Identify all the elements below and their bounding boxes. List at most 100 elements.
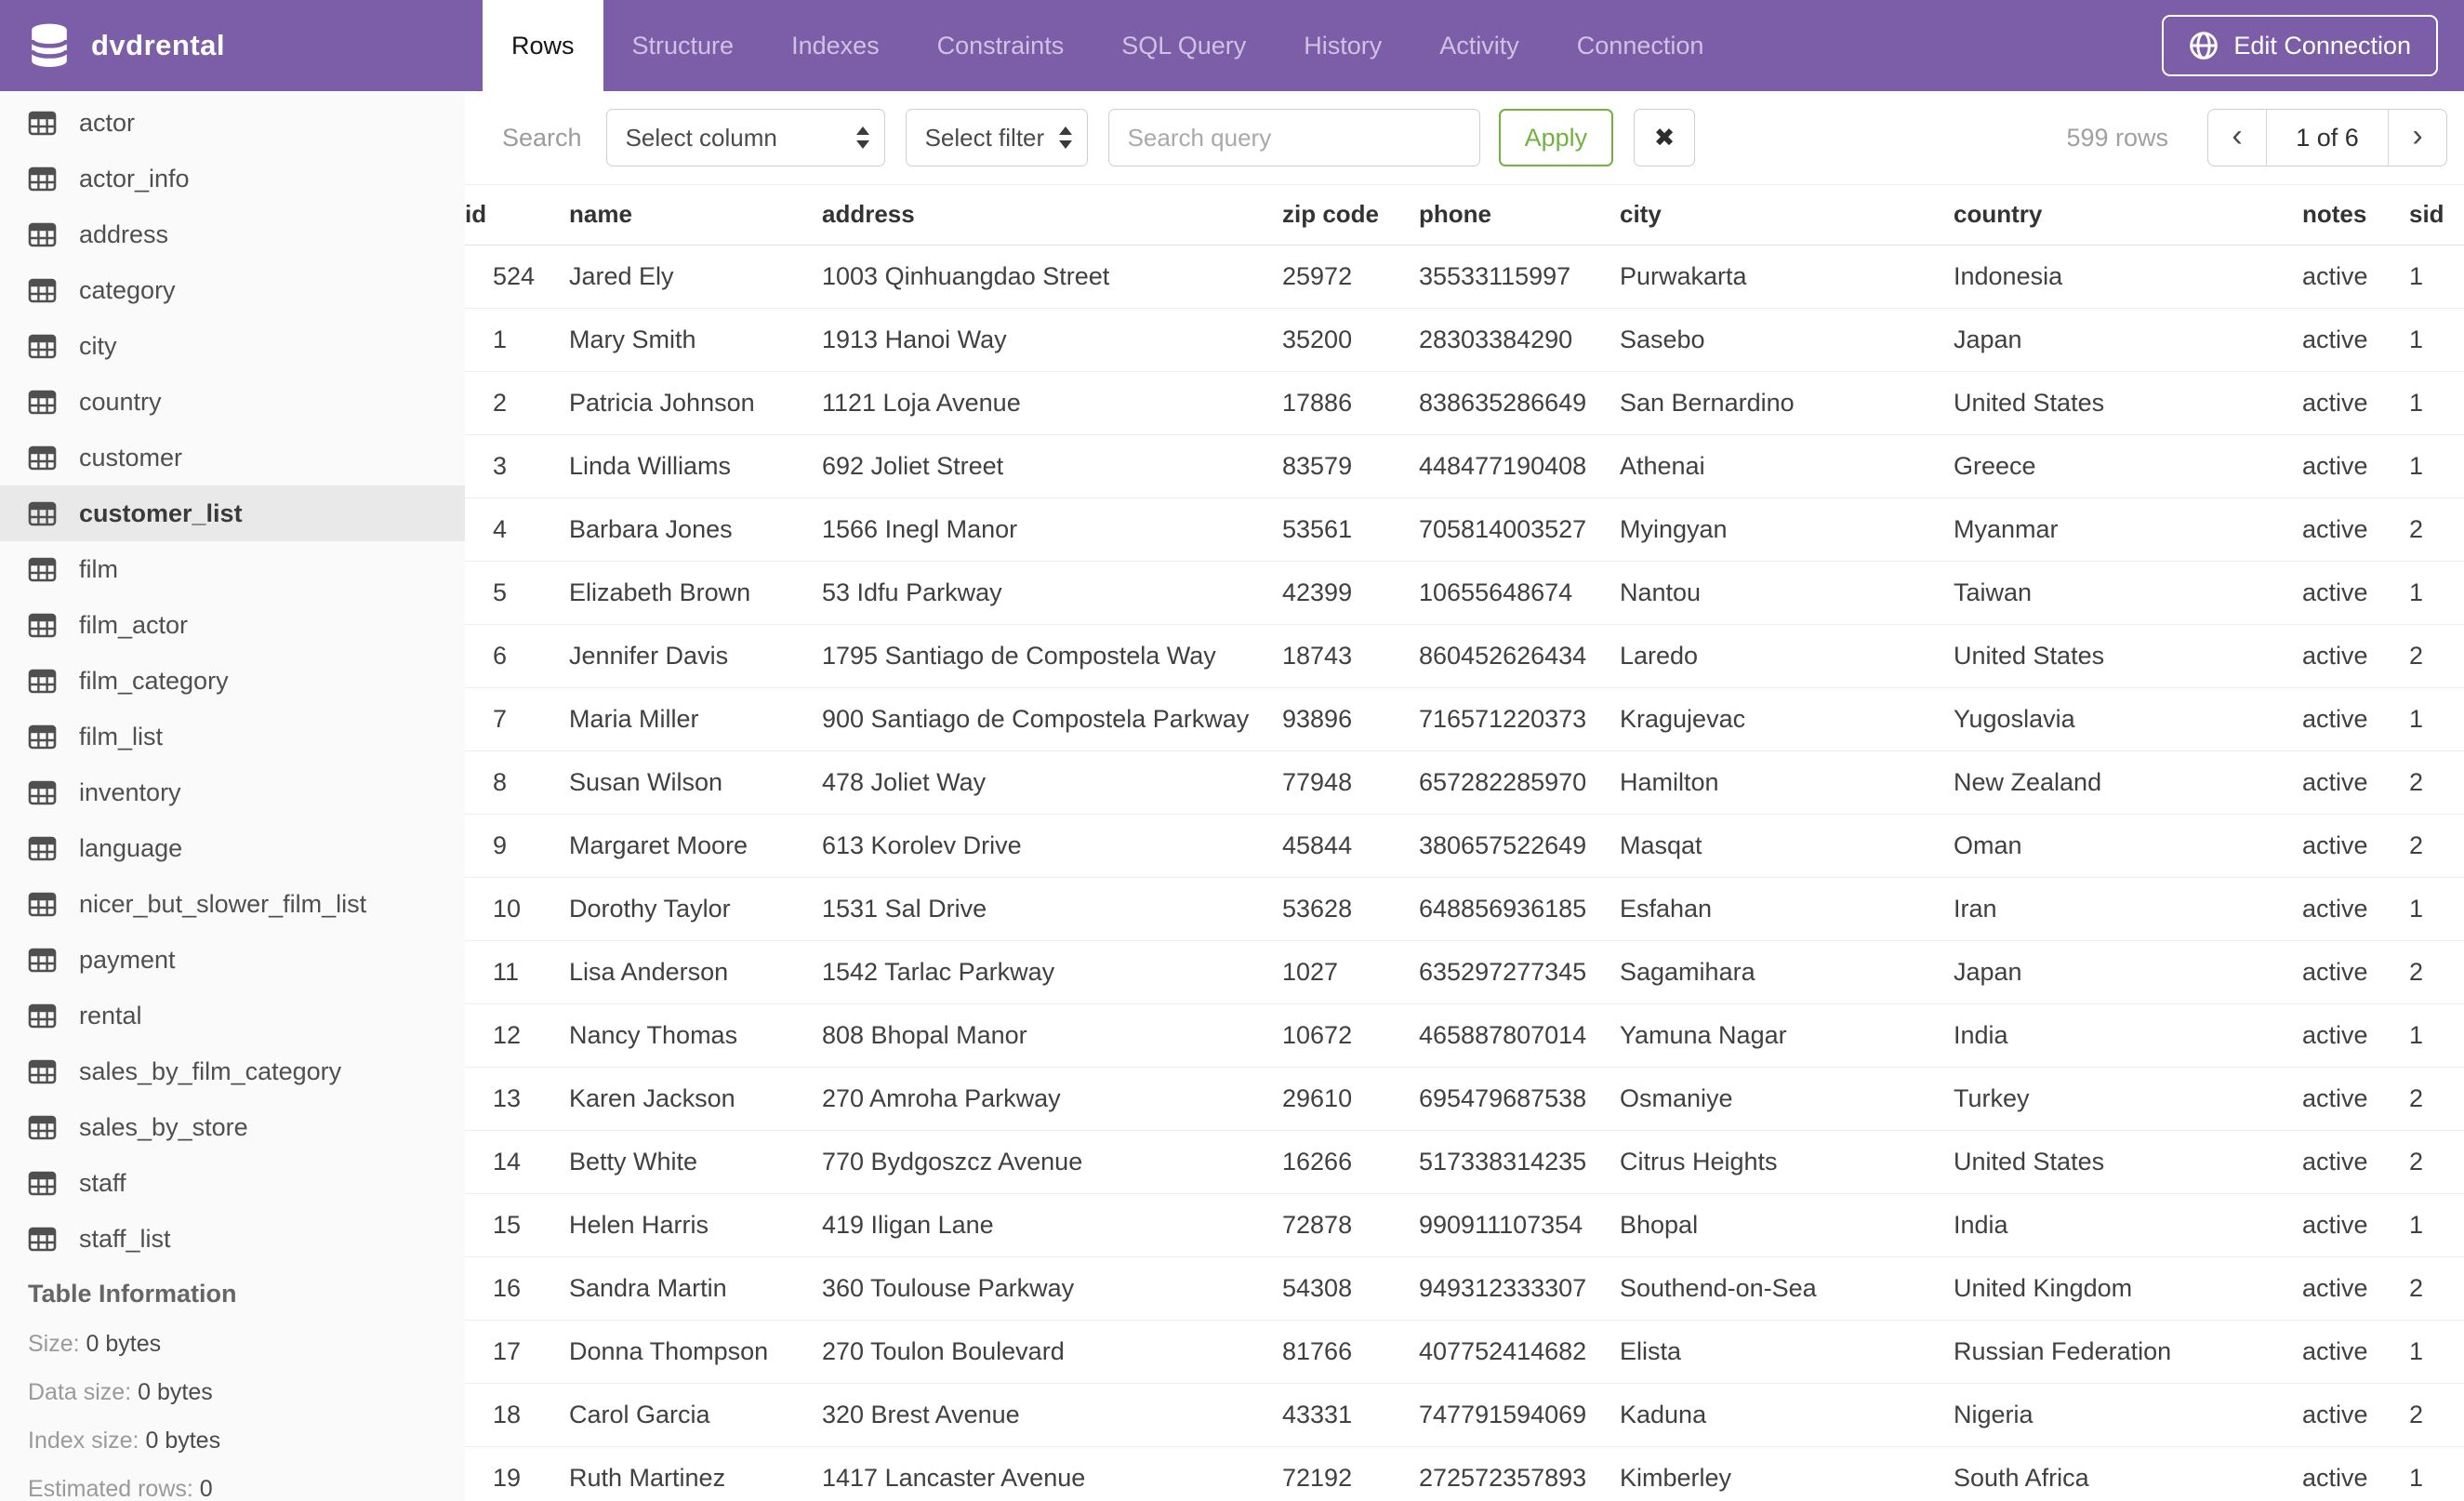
cell-zip-code[interactable]: 25972	[1282, 245, 1419, 309]
cell-notes[interactable]: active	[2302, 245, 2409, 309]
cell-phone[interactable]: 860452626434	[1419, 624, 1620, 688]
cell-city[interactable]: San Bernardino	[1620, 371, 1954, 435]
edit-connection-button[interactable]: Edit Connection	[2162, 15, 2438, 76]
cell-notes[interactable]: active	[2302, 687, 2409, 751]
cell-phone[interactable]: 838635286649	[1419, 371, 1620, 435]
cell-city[interactable]: Elista	[1620, 1320, 1954, 1384]
cell-notes[interactable]: active	[2302, 308, 2409, 372]
cell-phone[interactable]: 705814003527	[1419, 498, 1620, 562]
cell-phone[interactable]: 716571220373	[1419, 687, 1620, 751]
tab[interactable]: SQL Query	[1093, 0, 1275, 91]
cell-phone[interactable]: 35533115997	[1419, 245, 1620, 309]
cell-address[interactable]: 1531 Sal Drive	[822, 877, 1282, 941]
cell-address[interactable]: 270 Amroha Parkway	[822, 1067, 1282, 1131]
cell-id[interactable]: 14	[465, 1130, 569, 1194]
cell-address[interactable]: 270 Toulon Boulevard	[822, 1320, 1282, 1384]
cell-name[interactable]: Elizabeth Brown	[569, 561, 822, 625]
cell-notes[interactable]: active	[2302, 1130, 2409, 1194]
tab[interactable]: Indexes	[762, 0, 908, 91]
cell-city[interactable]: Citrus Heights	[1620, 1130, 1954, 1194]
cell-zip-code[interactable]: 93896	[1282, 687, 1419, 751]
cell-id[interactable]: 12	[465, 1003, 569, 1068]
cell-name[interactable]: Betty White	[569, 1130, 822, 1194]
cell-zip-code[interactable]: 1027	[1282, 940, 1419, 1004]
cell-phone[interactable]: 747791594069	[1419, 1383, 1620, 1447]
cell-name[interactable]: Karen Jackson	[569, 1067, 822, 1131]
cell-address[interactable]: 1121 Loja Avenue	[822, 371, 1282, 435]
sidebar-table-item[interactable]: staff	[0, 1155, 465, 1211]
cell-name[interactable]: Nancy Thomas	[569, 1003, 822, 1068]
cell-zip-code[interactable]: 72878	[1282, 1193, 1419, 1257]
cell-name[interactable]: Donna Thompson	[569, 1320, 822, 1384]
cell-city[interactable]: Kimberley	[1620, 1446, 1954, 1501]
cell-notes[interactable]: active	[2302, 561, 2409, 625]
cell-city[interactable]: Sagamihara	[1620, 940, 1954, 1004]
cell-notes[interactable]: active	[2302, 877, 2409, 941]
sidebar-table-item[interactable]: film_actor	[0, 597, 465, 653]
cell-address[interactable]: 360 Toulouse Parkway	[822, 1256, 1282, 1321]
cell-notes[interactable]: active	[2302, 1320, 2409, 1384]
cell-id[interactable]: 4	[465, 498, 569, 562]
cell-country[interactable]: United Kingdom	[1954, 1256, 2302, 1321]
grid-column-header[interactable]: city	[1620, 185, 1954, 246]
cell-address[interactable]: 692 Joliet Street	[822, 434, 1282, 498]
cell-sid[interactable]: 2	[2409, 498, 2464, 562]
cell-sid[interactable]: 1	[2409, 687, 2464, 751]
cell-notes[interactable]: active	[2302, 434, 2409, 498]
cell-address[interactable]: 1542 Tarlac Parkway	[822, 940, 1282, 1004]
cell-city[interactable]: Purwakarta	[1620, 245, 1954, 309]
cell-sid[interactable]: 1	[2409, 434, 2464, 498]
cell-notes[interactable]: active	[2302, 750, 2409, 815]
sidebar-table-item[interactable]: payment	[0, 932, 465, 988]
cell-phone[interactable]: 695479687538	[1419, 1067, 1620, 1131]
search-query-input[interactable]	[1107, 109, 1480, 166]
grid-column-header[interactable]: id	[465, 185, 569, 246]
grid-column-header[interactable]: name	[569, 185, 822, 246]
cell-country[interactable]: India	[1954, 1193, 2302, 1257]
cell-city[interactable]: Athenai	[1620, 434, 1954, 498]
cell-zip-code[interactable]: 77948	[1282, 750, 1419, 815]
cell-id[interactable]: 9	[465, 814, 569, 878]
cell-id[interactable]: 10	[465, 877, 569, 941]
next-page-button[interactable]: ›	[2389, 110, 2446, 166]
cell-address[interactable]: 1417 Lancaster Avenue	[822, 1446, 1282, 1501]
cell-sid[interactable]: 2	[2409, 1130, 2464, 1194]
cell-phone[interactable]: 10655648674	[1419, 561, 1620, 625]
cell-notes[interactable]: active	[2302, 1383, 2409, 1447]
cell-city[interactable]: Osmaniye	[1620, 1067, 1954, 1131]
sidebar-table-item[interactable]: actor_info	[0, 151, 465, 206]
cell-notes[interactable]: active	[2302, 814, 2409, 878]
cell-id[interactable]: 19	[465, 1446, 569, 1501]
cell-sid[interactable]: 1	[2409, 1193, 2464, 1257]
cell-country[interactable]: Myanmar	[1954, 498, 2302, 562]
tab[interactable]: History	[1275, 0, 1411, 91]
grid-column-header[interactable]: country	[1954, 185, 2302, 246]
cell-sid[interactable]: 2	[2409, 624, 2464, 688]
cell-sid[interactable]: 2	[2409, 814, 2464, 878]
cell-country[interactable]: United States	[1954, 1130, 2302, 1194]
cell-sid[interactable]: 1	[2409, 1320, 2464, 1384]
cell-phone[interactable]: 272572357893	[1419, 1446, 1620, 1501]
cell-city[interactable]: Masqat	[1620, 814, 1954, 878]
cell-zip-code[interactable]: 18743	[1282, 624, 1419, 688]
cell-sid[interactable]: 2	[2409, 1256, 2464, 1321]
cell-city[interactable]: Southend-on-Sea	[1620, 1256, 1954, 1321]
cell-country[interactable]: Russian Federation	[1954, 1320, 2302, 1384]
cell-city[interactable]: Esfahan	[1620, 877, 1954, 941]
cell-country[interactable]: India	[1954, 1003, 2302, 1068]
cell-city[interactable]: Sasebo	[1620, 308, 1954, 372]
cell-name[interactable]: Patricia Johnson	[569, 371, 822, 435]
sidebar-table-item[interactable]: address	[0, 206, 465, 262]
cell-city[interactable]: Kaduna	[1620, 1383, 1954, 1447]
cell-address[interactable]: 53 Idfu Parkway	[822, 561, 1282, 625]
cell-id[interactable]: 7	[465, 687, 569, 751]
cell-id[interactable]: 15	[465, 1193, 569, 1257]
sidebar-table-item[interactable]: film_list	[0, 709, 465, 764]
cell-address[interactable]: 900 Santiago de Compostela Parkway	[822, 687, 1282, 751]
cell-address[interactable]: 1003 Qinhuangdao Street	[822, 245, 1282, 309]
cell-zip-code[interactable]: 42399	[1282, 561, 1419, 625]
cell-notes[interactable]: active	[2302, 1256, 2409, 1321]
sidebar-table-item[interactable]: staff_list	[0, 1211, 465, 1267]
cell-country[interactable]: New Zealand	[1954, 750, 2302, 815]
sidebar-table-item[interactable]: sales_by_film_category	[0, 1043, 465, 1099]
